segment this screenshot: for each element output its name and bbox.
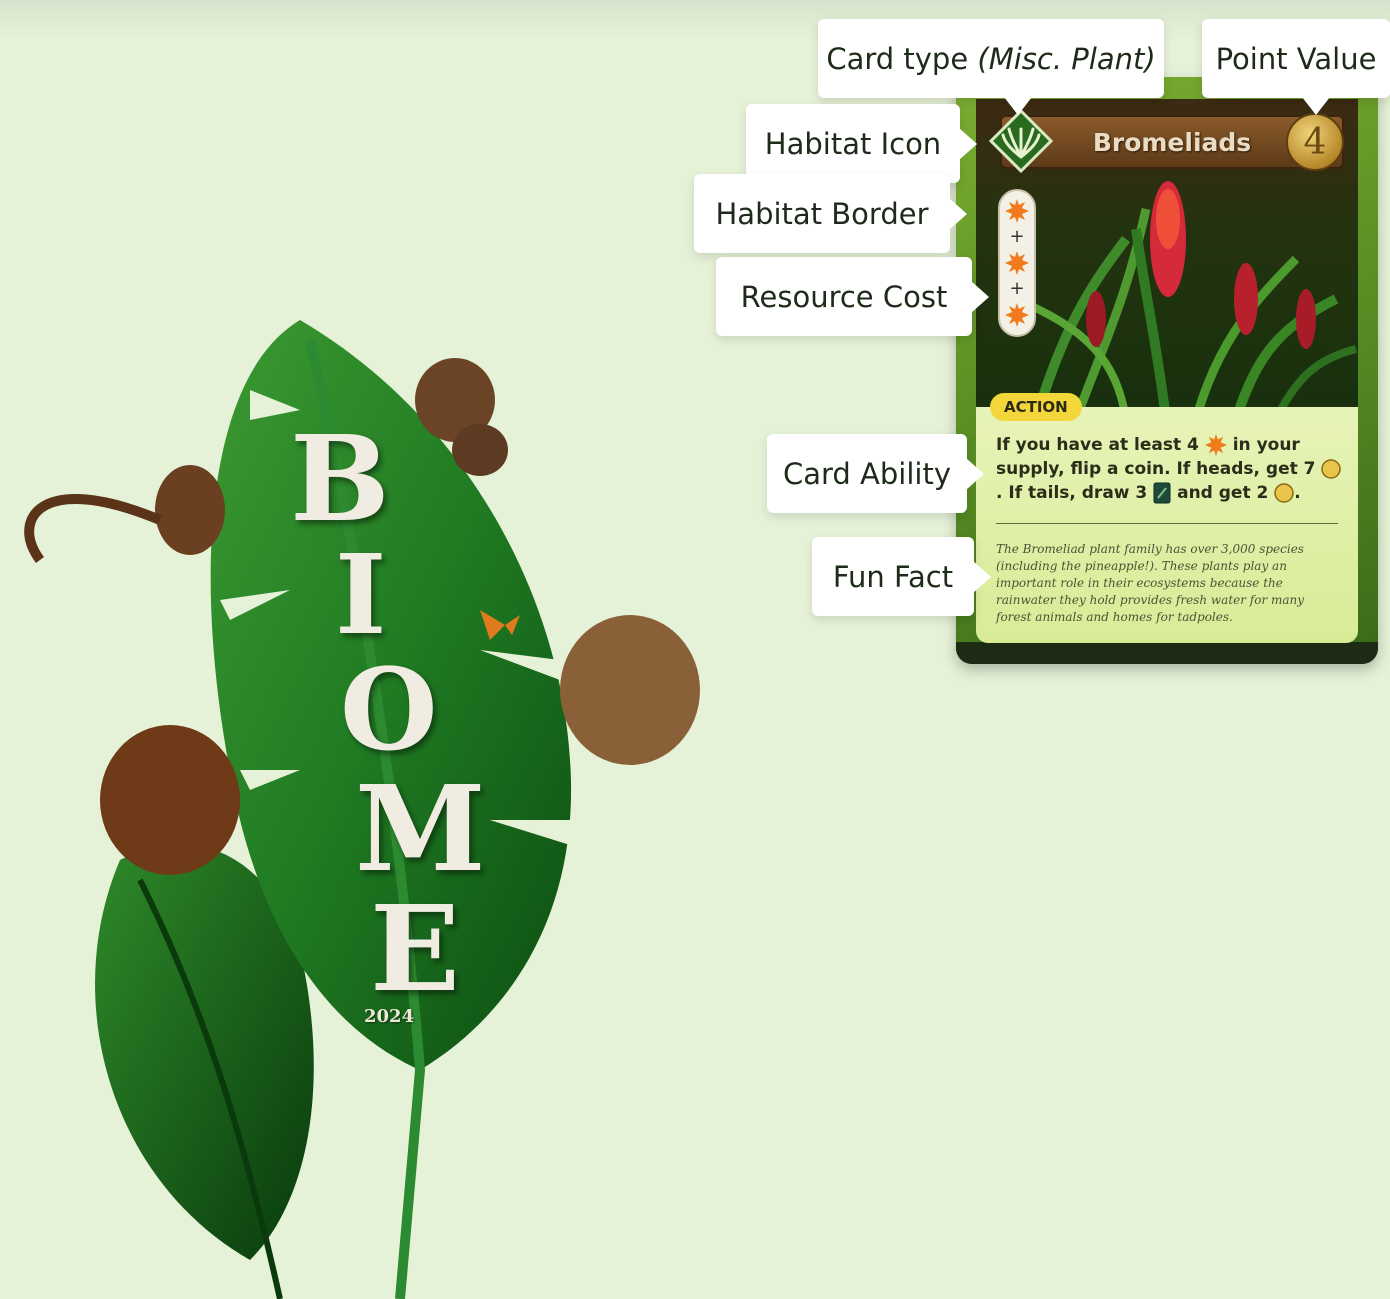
dog-shape — [560, 615, 700, 765]
callout-card-ability-label: Card Ability — [782, 456, 951, 491]
page: B I O M E 2024 Card type (Misc. Plant) P… — [0, 0, 1390, 1299]
plus-icon: + — [1009, 277, 1025, 299]
point-value-badge: 4 — [1286, 113, 1344, 171]
action-badge: ACTION — [990, 393, 1082, 421]
card-title: Bromeliads — [1092, 127, 1252, 157]
callout-fun-fact-label: Fun Fact — [832, 559, 954, 594]
callout-resource-cost: Resource Cost — [716, 257, 989, 336]
ability-text: and get 2 — [1177, 483, 1269, 503]
sun-resource-icon — [1204, 434, 1227, 456]
callout-card-type: Card type (Misc. Plant) — [818, 19, 1164, 115]
card-ability: If you have at least 4 in your supply, f… — [996, 433, 1346, 505]
poster-title-letter: O — [340, 645, 438, 776]
card-text-box: ACTION If you have at least 4 in your su… — [976, 393, 1358, 643]
plus-icon: + — [1009, 226, 1025, 248]
biome-poster: B I O M E 2024 — [0, 300, 760, 1299]
top-shade — [0, 0, 1390, 40]
poster-year: 2024 — [364, 1006, 415, 1027]
callout-point-value-label: Point Value — [1215, 41, 1377, 76]
callout-card-type-detail: (Misc. Plant) — [977, 41, 1156, 76]
ability-text: . — [1294, 483, 1301, 503]
callout-point-value: Point Value — [1202, 19, 1390, 115]
poster-title-letter: M — [355, 759, 486, 898]
poster-title-letter: I — [335, 530, 387, 659]
monkey-shape — [155, 465, 225, 555]
callout-resource-cost-label: Resource Cost — [740, 279, 948, 314]
poster-title-letter: E — [370, 879, 460, 1018]
card-deck-icon — [1153, 482, 1171, 504]
beaver-shape — [100, 725, 240, 875]
coin-icon — [1274, 483, 1294, 503]
ability-text: If you have at least 4 — [996, 435, 1199, 455]
sun-resource-icon — [1005, 199, 1029, 224]
game-card: Bromeliads 4 + + ACTION If you have at l… — [956, 77, 1378, 664]
callout-habitat-icon: Habitat Icon — [746, 104, 977, 183]
sun-resource-icon — [1005, 250, 1029, 275]
callout-habitat-border-label: Habitat Border — [715, 196, 929, 231]
callout-card-type-label: Card type — [826, 41, 969, 76]
divider — [996, 523, 1338, 524]
callout-habitat-border: Habitat Border — [694, 174, 967, 253]
fun-fact-text: The Bromeliad plant family has over 3,00… — [996, 542, 1305, 624]
callout-card-ability: Card Ability — [767, 434, 984, 513]
point-value: 4 — [1303, 121, 1327, 163]
coin-icon — [1321, 459, 1342, 479]
callout-fun-fact: Fun Fact — [812, 537, 991, 616]
resource-cost: + + — [998, 189, 1036, 337]
poster-title-letter: B — [290, 409, 390, 548]
callout-habitat-icon-label: Habitat Icon — [764, 126, 942, 161]
ability-text: . If tails, draw 3 — [996, 483, 1148, 503]
sun-resource-icon — [1005, 302, 1029, 327]
card-bottom-edge — [956, 642, 1378, 664]
habitat-icon — [988, 108, 1054, 174]
